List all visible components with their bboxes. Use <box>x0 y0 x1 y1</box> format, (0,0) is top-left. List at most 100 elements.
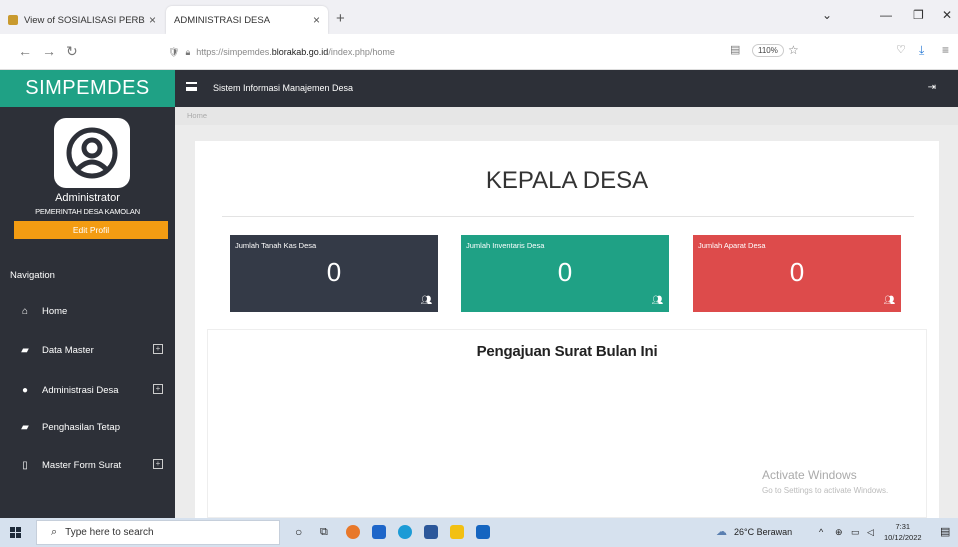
download-icon[interactable]: ⤓ <box>919 43 924 58</box>
file-explorer-icon[interactable] <box>450 525 464 539</box>
bookmark-star-icon[interactable]: ☆ <box>788 43 799 57</box>
zoom-level[interactable]: 110% <box>752 44 784 57</box>
lock-icon: 🔒︎ <box>185 46 191 57</box>
forward-arrow-icon[interactable]: → <box>42 43 56 59</box>
clock-time: 7:31 <box>895 522 911 531</box>
breadcrumb: Home <box>175 107 958 125</box>
back-arrow-icon[interactable]: ← <box>18 43 32 59</box>
page-title: KEPALA DESA <box>485 167 649 194</box>
new-tab-icon[interactable]: + <box>336 10 345 27</box>
close-tab-icon[interactable]: × <box>149 13 156 27</box>
stat-label: Jumlah Inventaris Desa <box>466 241 545 250</box>
sidebar-item-label: Administrasi Desa <box>42 384 119 396</box>
taskbar-clock[interactable]: 7:31 10/12/2022 <box>884 521 922 543</box>
url-prefix: https://simpemdes. <box>196 47 272 57</box>
notification-icon[interactable]: ▤ <box>940 525 950 538</box>
breadcrumb-home[interactable]: Home <box>187 111 207 120</box>
close-window-icon[interactable]: ✕ <box>942 8 952 22</box>
site-favicon-icon <box>8 15 18 25</box>
shield-icon: 🛡︎ <box>168 46 180 57</box>
network-icon[interactable]: ⊕ <box>835 527 843 538</box>
edge-icon[interactable] <box>398 525 412 539</box>
sidebar-item-label: Master Form Surat <box>42 459 122 471</box>
url-bar[interactable]: 🛡︎ 🔒︎ https://simpemdes. blorakab.go.id/i… <box>168 40 808 64</box>
user-avatar-icon <box>66 127 118 179</box>
browser-toolbar: ← → ↻ 🛡︎ 🔒︎ https://simpemdes. blorakab.g… <box>0 34 958 70</box>
url-host: blorakab.go.id <box>271 47 329 57</box>
sidebar-item-data-master[interactable]: ▰ Data Master + <box>0 335 175 365</box>
divider <box>222 216 914 217</box>
clock-date: 10/12/2022 <box>884 533 922 542</box>
stat-value: 0 <box>789 257 805 287</box>
url-path: /index.php/home <box>328 47 395 57</box>
reader-view-icon[interactable]: ▤ <box>730 43 740 56</box>
sidebar-toggle-icon[interactable] <box>186 82 197 91</box>
edit-profile-button[interactable]: Edit Profil <box>14 221 168 239</box>
store-icon[interactable] <box>372 525 386 539</box>
weather-cloud-icon: ☁ <box>716 526 727 538</box>
logout-icon[interactable]: ⇥ <box>928 82 936 93</box>
users-icon: 👥︎ <box>651 295 663 305</box>
file-icon: ▯ <box>22 459 28 471</box>
home-icon: ⌂ <box>21 305 29 317</box>
browser-tab-strip: View of SOSIALISASI PERBANK × ADMINISTRA… <box>0 0 958 34</box>
mail-icon[interactable] <box>476 525 490 539</box>
pocket-icon[interactable]: ♡ <box>896 43 906 56</box>
taskbar-search-input[interactable]: ⌕ Type here to search <box>36 520 280 545</box>
task-view-icon[interactable]: ⧉ <box>320 526 328 539</box>
users-icon: 👥︎ <box>883 295 895 305</box>
weather-text[interactable]: 26°C Berawan <box>734 527 792 537</box>
reload-icon[interactable]: ↻ <box>66 43 78 60</box>
sidebar-item-penghasilan-tetap[interactable]: ▰ Penghasilan Tetap <box>0 412 175 442</box>
sidebar-item-administrasi-desa[interactable]: ● Administrasi Desa + <box>0 375 175 405</box>
battery-icon[interactable]: ▭ <box>851 527 860 538</box>
tab-title: View of SOSIALISASI PERBANK <box>24 14 145 26</box>
stat-label: Jumlah Tanah Kas Desa <box>235 241 317 250</box>
word-icon[interactable] <box>424 525 438 539</box>
close-tab-icon[interactable]: × <box>313 13 320 27</box>
stat-value: 0 <box>557 257 573 287</box>
stat-box-tanah-kas[interactable]: Jumlah Tanah Kas Desa 0 👥︎ <box>230 235 438 312</box>
stat-value: 0 <box>326 257 342 287</box>
browser-tab-active[interactable]: ADMINISTRASI DESA × <box>166 6 328 34</box>
sidebar-item-label: Home <box>42 305 68 317</box>
windows-taskbar: ⌕ Type here to search ○ ⧉ ☁ 26°C Berawan… <box>0 518 958 547</box>
expand-plus-icon[interactable]: + <box>153 384 163 394</box>
minimize-icon[interactable]: — <box>880 8 892 22</box>
app-header: Sistem Informasi Manajemen Desa ⇥ <box>175 70 958 107</box>
brand-logo[interactable]: SIMPEMDES <box>0 70 175 107</box>
sidebar-item-home[interactable]: ⌂ Home <box>0 296 175 326</box>
tray-chevron-icon[interactable]: ^ <box>819 527 823 537</box>
user-name: Administrator <box>55 192 120 204</box>
avatar <box>54 118 130 188</box>
cortana-icon[interactable]: ○ <box>295 525 302 539</box>
expand-plus-icon[interactable]: + <box>153 344 163 354</box>
app-sidebar: SIMPEMDES Administrator PEMERINTAH DESA … <box>0 70 175 518</box>
user-icon: ● <box>21 384 29 396</box>
book-icon: ▰ <box>21 421 29 433</box>
surat-title: Pengajuan Surat Bulan Ini <box>476 343 658 360</box>
system-title: Sistem Informasi Manajemen Desa <box>213 83 354 93</box>
activate-windows-hint: Go to Settings to activate Windows. <box>762 486 889 495</box>
sidebar-item-label: Data Master <box>42 344 94 356</box>
activate-windows-title: Activate Windows <box>762 468 857 482</box>
tab-title: ADMINISTRASI DESA <box>174 14 271 26</box>
book-icon: ▰ <box>21 344 29 356</box>
menu-icon[interactable]: ≡ <box>942 43 949 57</box>
volume-icon[interactable]: ◁ <box>867 527 874 538</box>
tab-list-chevron-icon[interactable]: ⌄ <box>822 8 832 22</box>
stat-box-aparat[interactable]: Jumlah Aparat Desa 0 👥︎ <box>693 235 901 312</box>
stat-box-inventaris[interactable]: Jumlah Inventaris Desa 0 👥︎ <box>461 235 669 312</box>
windows-start-icon[interactable] <box>10 527 21 538</box>
browser-tab-inactive[interactable]: View of SOSIALISASI PERBANK × <box>0 6 164 34</box>
navigation-heading: Navigation <box>10 270 55 281</box>
sidebar-item-master-form-surat[interactable]: ▯ Master Form Surat + <box>0 450 175 480</box>
user-organization: PEMERINTAH DESA KAMOLAN <box>35 207 140 216</box>
search-placeholder: Type here to search <box>65 527 154 538</box>
maximize-icon[interactable]: ❐ <box>913 8 924 22</box>
expand-plus-icon[interactable]: + <box>153 459 163 469</box>
search-icon: ⌕ <box>51 526 58 538</box>
stat-label: Jumlah Aparat Desa <box>698 241 766 250</box>
firefox-icon[interactable] <box>346 525 360 539</box>
users-icon: 👥︎ <box>420 295 432 305</box>
